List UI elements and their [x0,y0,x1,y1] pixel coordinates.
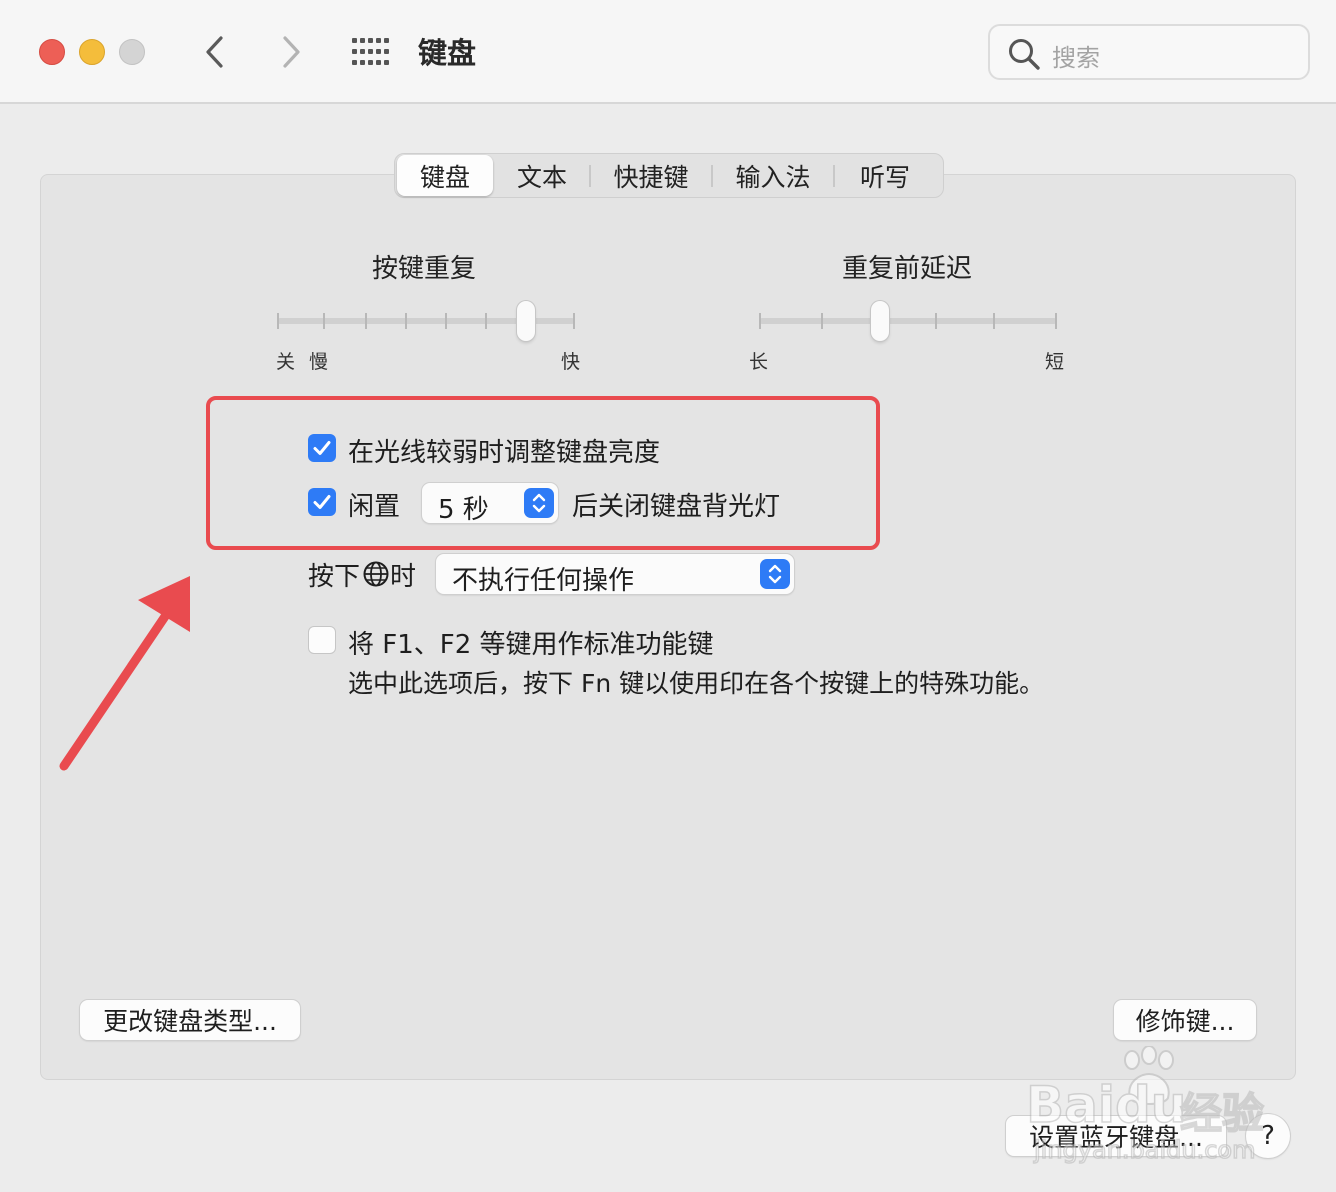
key-repeat-label: 按键重复 [372,254,477,284]
tab-dictation-label: 听写 [859,162,910,192]
key-repeat-slow-label: 慢 [309,351,329,373]
globe-key-prefix-label: 按下 [308,562,361,592]
slider-tick [935,313,937,329]
idle-time-value: 5 秒 [438,495,489,525]
tab-input-sources[interactable]: 输入法 [713,155,833,196]
slider-tick [323,313,325,329]
slider-tick [405,313,407,329]
stepper-chevrons-icon [760,559,790,589]
tab-keyboard[interactable]: 键盘 [397,155,493,196]
window-title: 键盘 [418,36,477,70]
change-keyboard-type-button[interactable]: 更改键盘类型... [80,1000,300,1040]
globe-key-action-value: 不执行任何操作 [452,566,635,596]
show-all-button[interactable] [350,36,390,68]
slider-tick [759,313,761,329]
idle-backlight-checkbox[interactable] [308,488,336,516]
grid-icon [352,38,389,65]
tab-dictation[interactable]: 听写 [835,155,935,196]
delay-long-label: 长 [749,351,769,373]
key-repeat-fast-label: 快 [561,351,581,373]
title-bar: 键盘 搜索 [0,0,1336,104]
slider-tick [365,313,367,329]
key-repeat-off-label: 关 [276,351,296,373]
chevron-left-icon [206,36,223,68]
forward-button[interactable] [270,32,310,72]
idle-time-popup[interactable]: 5 秒 [422,483,558,525]
delay-until-repeat-label: 重复前延迟 [842,254,973,284]
search-placeholder: 搜索 [1052,44,1100,72]
tab-shortcuts-label: 快捷键 [613,162,689,192]
zoom-window-button[interactable] [119,39,145,65]
tab-text[interactable]: 文本 [495,155,589,196]
close-window-button[interactable] [39,39,65,65]
slider-tick [821,313,823,329]
watermark-brand-cn: 经验 [1179,1088,1265,1139]
slider-tick [1055,313,1057,329]
baidu-watermark: Baidu 经验 jingyan.baidu.com [1024,1046,1274,1166]
slider-tick [485,313,487,329]
search-field[interactable]: 搜索 [988,24,1310,80]
standard-function-keys-checkbox[interactable] [308,626,336,654]
chevron-right-icon [283,36,300,68]
tab-shortcuts[interactable]: 快捷键 [591,155,711,196]
watermark-url: jingyan.baidu.com [1033,1135,1256,1165]
idle-suffix-label: 后关闭键盘背光灯 [572,492,781,522]
globe-key-action-popup[interactable]: 不执行任何操作 [436,554,794,596]
checkmark-icon [313,441,331,455]
annotation-highlight-box [206,396,880,550]
key-repeat-knob[interactable] [517,301,535,341]
stepper-chevrons-icon [524,488,554,518]
watermark-brand: Baidu [1025,1075,1187,1135]
globe-key-suffix-label: 时 [390,562,417,592]
minimize-window-button[interactable] [79,39,105,65]
delay-short-label: 短 [1045,351,1065,373]
delay-until-repeat-knob[interactable] [871,301,889,341]
search-icon [1009,39,1040,70]
annotation-arrow-icon [59,576,190,771]
idle-prefix-label: 闲置 [348,492,401,522]
tab-keyboard-label: 键盘 [419,162,470,192]
back-button[interactable] [196,32,236,72]
slider-tick [573,313,575,329]
tab-input-sources-label: 输入法 [735,162,811,192]
standard-function-keys-label: 将 F1、F2 等键用作标准功能键 [348,630,714,660]
tab-bar: 键盘 文本 快捷键 输入法 听写 [394,153,944,198]
adjust-brightness-label: 在光线较弱时调整键盘亮度 [348,438,661,468]
globe-icon [363,561,389,587]
slider-tick [445,313,447,329]
tab-text-label: 文本 [516,162,567,192]
modifier-keys-button[interactable]: 修饰键... [1114,1000,1256,1040]
slider-tick [993,313,995,329]
delay-until-repeat-track [759,318,1057,324]
slider-tick [277,313,279,329]
adjust-brightness-checkbox[interactable] [308,434,336,462]
standard-function-keys-description: 选中此选项后，按下 Fn 键以使用印在各个按键上的特殊功能。 [348,669,1045,698]
checkmark-icon [313,495,331,509]
